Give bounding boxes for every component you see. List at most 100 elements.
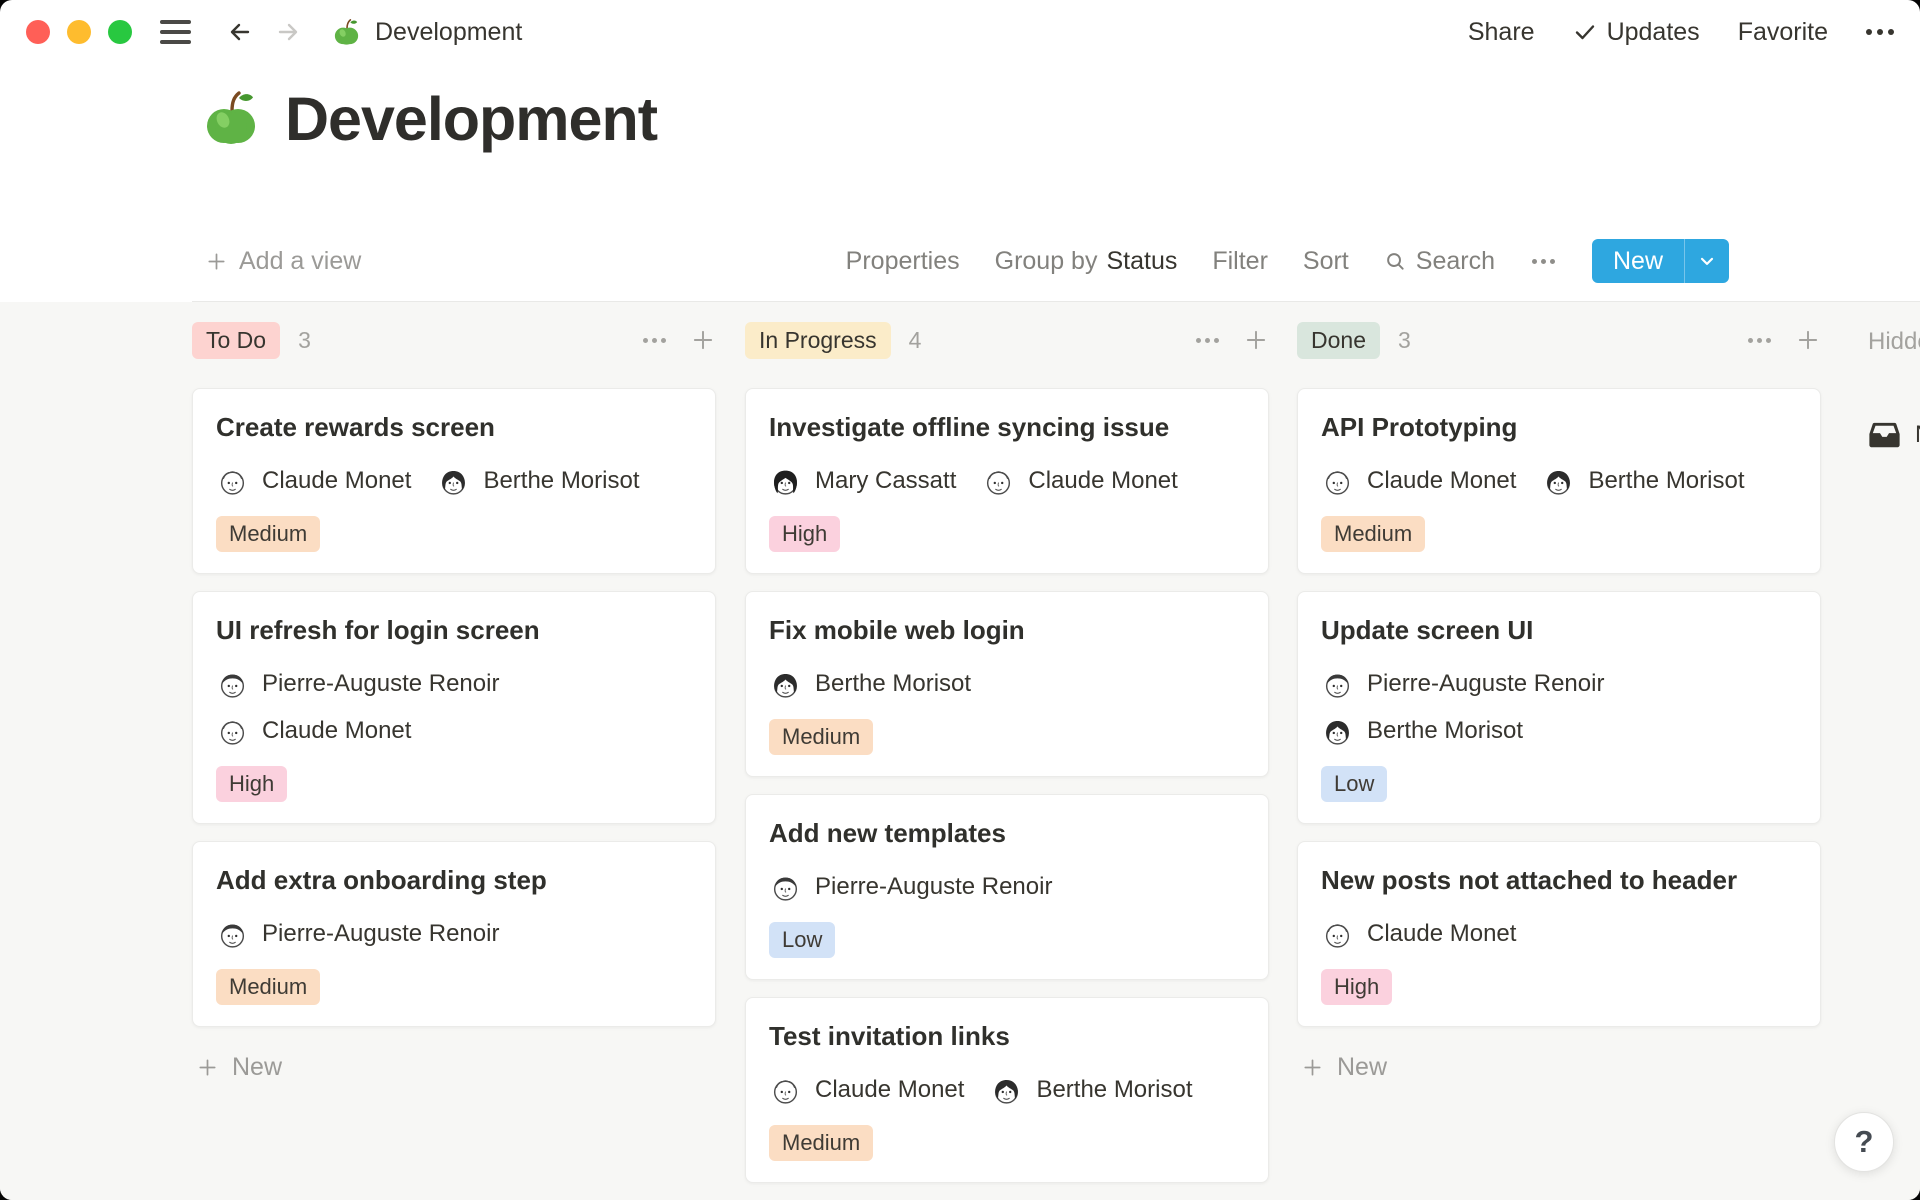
woman-bob-avatar: [990, 1074, 1023, 1107]
status-badge: To Do: [192, 322, 280, 359]
more-icon[interactable]: [1748, 338, 1771, 343]
column-in-progress: In Progress 4 Investigate offline syncin…: [745, 320, 1269, 1200]
plus-icon: [205, 250, 228, 273]
card-title: API Prototyping: [1321, 410, 1797, 444]
assignee-name: Claude Monet: [1367, 467, 1516, 495]
assignee-name: Berthe Morisot: [1367, 717, 1523, 745]
filter-button[interactable]: Filter: [1212, 247, 1268, 276]
man-bald-avatar: [216, 715, 249, 748]
card-count: 3: [1398, 327, 1411, 354]
card-assignees: Pierre-Auguste Renoir Berthe Morisot: [1321, 666, 1797, 749]
card[interactable]: Add new templates Pierre-Auguste Renoir …: [745, 794, 1269, 980]
hidden-group-no-status[interactable]: No Status: [1868, 418, 1920, 451]
card-count: 4: [909, 327, 922, 354]
close-window-button[interactable]: [26, 20, 50, 44]
assignee: Claude Monet: [769, 1072, 964, 1108]
priority-badge: Low: [1321, 766, 1387, 802]
page-header: Development: [199, 84, 657, 154]
woman-bob-avatar: [1542, 465, 1575, 498]
new-button-dropdown[interactable]: [1684, 239, 1729, 283]
card-title: UI refresh for login screen: [216, 613, 692, 647]
card[interactable]: UI refresh for login screen Pierre-Augus…: [192, 591, 716, 824]
hidden-columns-label[interactable]: Hidden columns: [1868, 328, 1920, 356]
traffic-lights: [26, 20, 132, 44]
new-card-button[interactable]: New: [192, 1053, 716, 1082]
column-done: Done 3 API Prototyping Claude Monet B: [1297, 320, 1821, 1082]
column-header: In Progress 4: [745, 320, 1269, 360]
woman-bob-avatar: [437, 465, 470, 498]
favorite-button[interactable]: Favorite: [1738, 18, 1828, 47]
help-button[interactable]: ?: [1834, 1112, 1894, 1172]
breadcrumb[interactable]: Development: [331, 17, 522, 48]
more-icon[interactable]: [643, 338, 666, 343]
man-bald-avatar: [216, 465, 249, 498]
assignee: Pierre-Auguste Renoir: [769, 869, 1052, 905]
assignee: Claude Monet: [1321, 463, 1516, 499]
assignee: Pierre-Auguste Renoir: [216, 666, 499, 702]
assignee: Claude Monet: [216, 463, 411, 499]
forward-arrow-icon[interactable]: [271, 15, 305, 49]
chevron-down-icon: [1697, 251, 1717, 271]
zoom-window-button[interactable]: [108, 20, 132, 44]
plus-icon[interactable]: [1795, 327, 1821, 353]
assignee: Pierre-Auguste Renoir: [1321, 666, 1604, 702]
column-header: Done 3: [1297, 320, 1821, 360]
properties-button[interactable]: Properties: [846, 247, 960, 276]
card[interactable]: Fix mobile web login Berthe Morisot Medi…: [745, 591, 1269, 777]
priority-badge: High: [769, 516, 840, 552]
assignee-name: Berthe Morisot: [1036, 1076, 1192, 1104]
card[interactable]: Test invitation links Claude Monet Berth…: [745, 997, 1269, 1183]
hamburger-icon[interactable]: [160, 20, 191, 44]
assignee: Berthe Morisot: [437, 463, 639, 499]
man-bald-avatar: [982, 465, 1015, 498]
assignee-name: Pierre-Auguste Renoir: [262, 670, 499, 698]
card-assignees: Berthe Morisot: [769, 666, 1245, 702]
card[interactable]: Add extra onboarding step Pierre-Auguste…: [192, 841, 716, 1027]
assignee: Berthe Morisot: [990, 1072, 1192, 1108]
back-arrow-icon[interactable]: [223, 15, 257, 49]
more-icon[interactable]: [1866, 29, 1894, 35]
card-assignees: Pierre-Auguste Renoir: [216, 916, 692, 952]
assignee-name: Claude Monet: [262, 467, 411, 495]
minimize-window-button[interactable]: [67, 20, 91, 44]
assignee-name: Pierre-Auguste Renoir: [1367, 670, 1604, 698]
card-assignees: Claude Monet: [1321, 916, 1797, 952]
sort-button[interactable]: Sort: [1303, 247, 1349, 276]
priority-badge: Medium: [216, 516, 320, 552]
group-by-button[interactable]: Group by Status: [995, 247, 1178, 276]
woman-bob-avatar: [1321, 715, 1354, 748]
priority-badge: High: [216, 766, 287, 802]
share-button[interactable]: Share: [1468, 18, 1535, 47]
card-title: Add extra onboarding step: [216, 863, 692, 897]
woman-long-avatar: [769, 465, 802, 498]
card[interactable]: New posts not attached to header Claude …: [1297, 841, 1821, 1027]
card-assignees: Pierre-Auguste Renoir Claude Monet: [216, 666, 692, 749]
more-icon[interactable]: [1196, 338, 1219, 343]
new-card-button[interactable]: New: [1297, 1053, 1821, 1082]
assignee-name: Claude Monet: [1028, 467, 1177, 495]
card[interactable]: Investigate offline syncing issue Mary C…: [745, 388, 1269, 574]
new-button[interactable]: New: [1592, 239, 1684, 283]
priority-badge: Medium: [769, 1125, 873, 1161]
apple-icon[interactable]: [199, 87, 263, 151]
priority-badge: Medium: [216, 969, 320, 1005]
plus-icon[interactable]: [1243, 327, 1269, 353]
column-todo: To Do 3 Create rewards screen Claude Mon…: [192, 320, 716, 1082]
more-icon[interactable]: [1530, 259, 1557, 264]
card[interactable]: Update screen UI Pierre-Auguste Renoir B…: [1297, 591, 1821, 824]
add-view-button[interactable]: Add a view: [205, 247, 361, 276]
check-icon: [1573, 20, 1597, 44]
card-assignees: Pierre-Auguste Renoir: [769, 869, 1245, 905]
card[interactable]: Create rewards screen Claude Monet Berth…: [192, 388, 716, 574]
card-title: Fix mobile web login: [769, 613, 1245, 647]
search-button[interactable]: Search: [1384, 247, 1495, 276]
updates-button[interactable]: Updates: [1573, 18, 1700, 47]
assignee-name: Mary Cassatt: [815, 467, 956, 495]
assignee: Pierre-Auguste Renoir: [216, 916, 499, 952]
card-title: Update screen UI: [1321, 613, 1797, 647]
man-bald-avatar: [1321, 465, 1354, 498]
plus-icon[interactable]: [690, 327, 716, 353]
assignee: Claude Monet: [216, 713, 411, 749]
card[interactable]: API Prototyping Claude Monet Berthe Mori…: [1297, 388, 1821, 574]
assignee-name: Berthe Morisot: [483, 467, 639, 495]
